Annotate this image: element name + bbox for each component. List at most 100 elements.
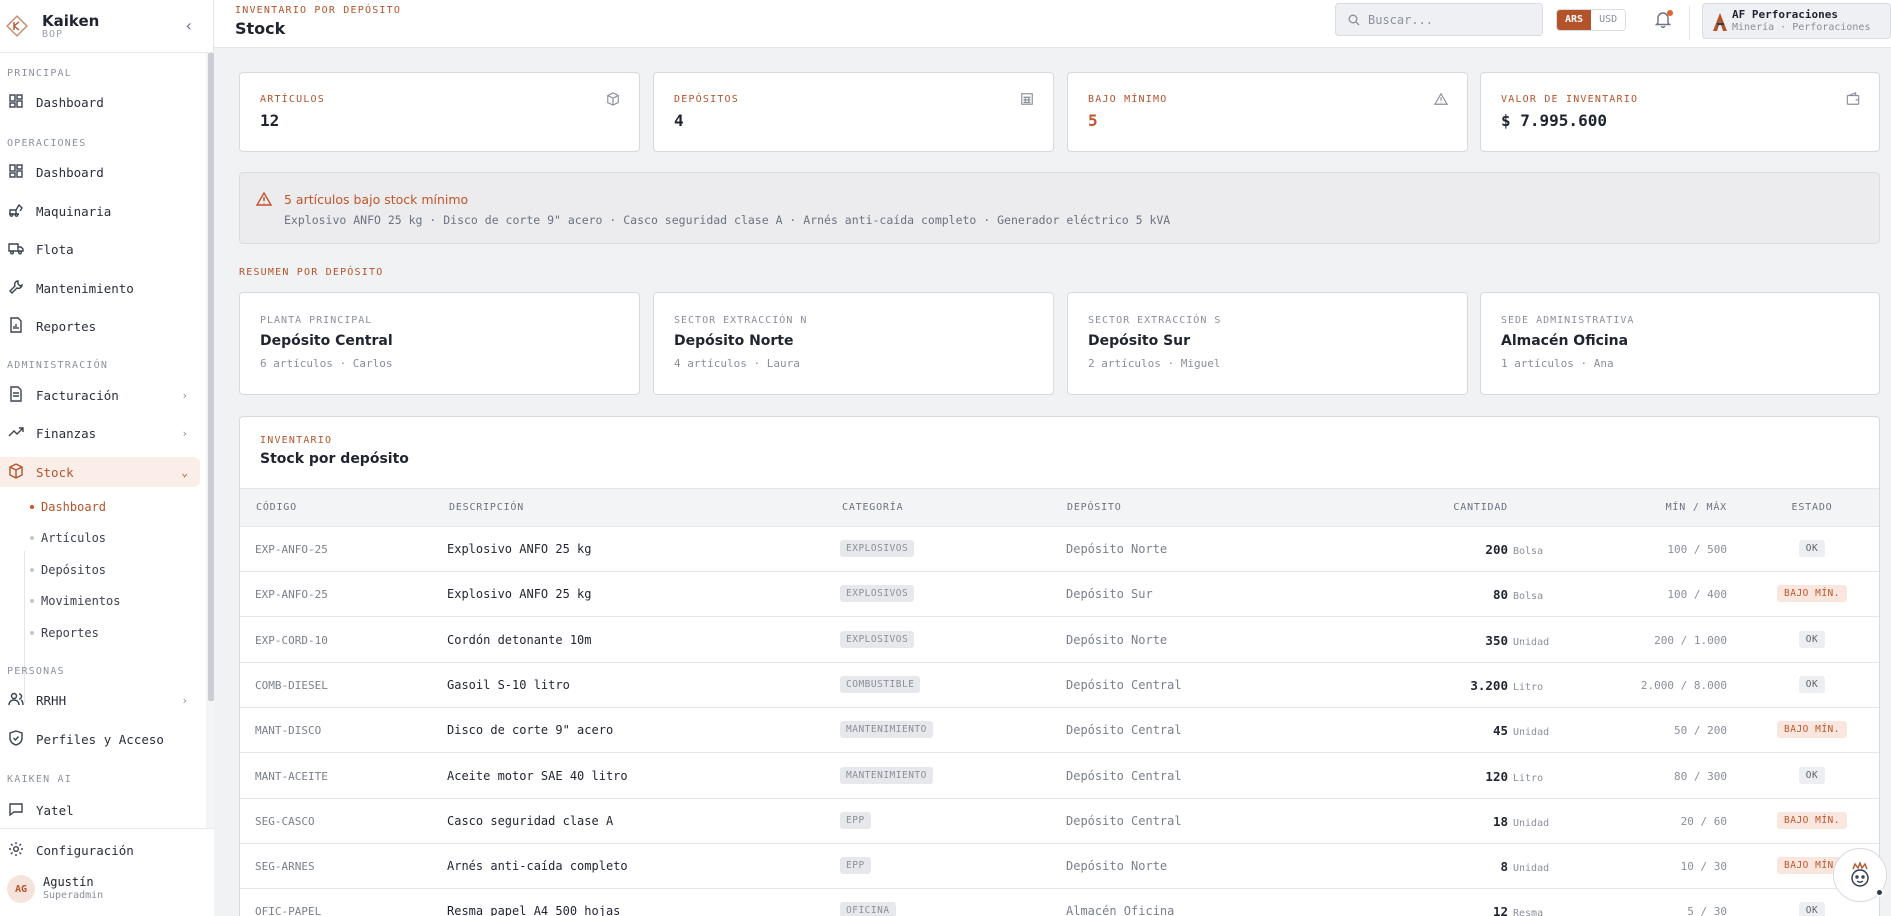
sidebar-item-label: Dashboard xyxy=(36,164,104,180)
quantity-unit: Litro xyxy=(1513,772,1544,784)
notification-badge xyxy=(1667,10,1673,16)
brand[interactable]: Kaiken BOP xyxy=(0,0,213,53)
assistant-bot-button[interactable] xyxy=(1833,848,1887,902)
table-row[interactable]: COMB-DIESEL Gasoil S-10 litro COMBUSTIBLE D… xyxy=(240,663,1879,708)
table-row[interactable]: EXP-CORD-10 Cordón detonante 10m EXPLOSIVO… xyxy=(240,618,1879,663)
stock-sub-label: Depósitos xyxy=(41,563,107,577)
table-row[interactable]: EXP-ANFO-25 Explosivo ANFO 25 kg EXPLOSIVO… xyxy=(240,572,1879,618)
cell-quantity: 45 Unidad xyxy=(1270,723,1553,738)
currency-ars-button[interactable]: ARS xyxy=(1557,10,1592,30)
status-badge: OK xyxy=(1798,630,1826,648)
stat-label: ARTÍCULOS xyxy=(260,94,325,105)
stat-card-articulos: ARTÍCULOS 12 xyxy=(239,72,640,152)
chevron-down-icon: ⌄ xyxy=(181,465,188,479)
sidebar-item-perfiles[interactable]: Perfiles y Acceso xyxy=(0,724,200,754)
currency-usd-button[interactable]: USD xyxy=(1591,10,1626,30)
sidebar-item-dashboard-principal[interactable]: Dashboard xyxy=(0,87,200,117)
column-header-cantidad[interactable]: CANTIDAD xyxy=(1270,502,1508,513)
sidebar-item-reportes[interactable]: Reportes xyxy=(0,311,200,341)
top-header: INVENTARIO POR DEPÓSITO Stock ARS USD AF… xyxy=(214,0,1891,48)
table-row[interactable]: SEG-CASCO Casco seguridad clase A EPP Depós… xyxy=(240,799,1879,844)
stock-sub-depositos[interactable]: Depósitos xyxy=(30,563,106,577)
sidebar-item-facturacion[interactable]: Facturación › xyxy=(0,380,200,410)
cell-category: OFICINA xyxy=(840,902,896,916)
cell-status: OK xyxy=(1742,630,1879,648)
column-header-categoria[interactable]: CATEGORÍA xyxy=(842,502,903,513)
sidebar-item-label: Configuración xyxy=(36,842,134,858)
company-logo-icon xyxy=(1712,12,1728,32)
avatar[interactable]: AG xyxy=(7,875,35,903)
alert-triangle-icon xyxy=(256,191,272,207)
company-switcher[interactable]: AF Perforaciones Minería · Perforaciones xyxy=(1702,3,1891,39)
deposit-label: SECTOR EXTRACCIÓN S xyxy=(1088,315,1222,326)
sidebar-item-label: Mantenimiento xyxy=(36,280,134,296)
column-header-descripcion[interactable]: DESCRIPCIÓN xyxy=(449,502,524,513)
table-row[interactable]: SEG-ARNES Arnés anti-caída completo EPP Dep… xyxy=(240,844,1879,890)
sidebar-item-finanzas[interactable]: Finanzas › xyxy=(0,418,200,448)
search-box[interactable] xyxy=(1335,3,1543,36)
sidebar-item-mantenimiento[interactable]: Mantenimiento xyxy=(0,273,200,303)
excavator-icon xyxy=(8,202,26,220)
deposit-card-central[interactable]: PLANTA PRINCIPAL Depósito Central 6 artí… xyxy=(239,292,640,395)
table-row[interactable]: EXP-ANFO-25 Explosivo ANFO 25 kg EXPLOSIVO… xyxy=(240,527,1879,572)
cell-code: EXP-ANFO-25 xyxy=(255,543,328,556)
deposit-card-oficina[interactable]: SEDE ADMINISTRATIVA Almacén Oficina 1 ar… xyxy=(1480,292,1880,395)
sidebar-item-flota[interactable]: Flota xyxy=(0,234,200,264)
sidebar-item-dashboard-operaciones[interactable]: Dashboard xyxy=(0,157,200,187)
online-status-dot xyxy=(1875,888,1884,897)
category-tag: EXPLOSIVOS xyxy=(840,630,915,648)
stat-value: 12 xyxy=(260,111,280,130)
deposit-card-norte[interactable]: SECTOR EXTRACCIÓN N Depósito Norte 4 art… xyxy=(653,292,1054,395)
sidebar-item-configuracion[interactable]: Configuración xyxy=(0,835,200,865)
stat-label: BAJO MÍNIMO xyxy=(1088,94,1168,105)
column-header-deposito[interactable]: DEPÓSITO xyxy=(1067,502,1122,513)
sidebar-scrollbar-thumb[interactable] xyxy=(208,53,214,701)
chevron-right-icon: › xyxy=(181,426,188,440)
cell-category: EXPLOSIVOS xyxy=(840,540,915,557)
column-header-codigo[interactable]: CÓDIGO xyxy=(256,502,297,513)
search-input[interactable] xyxy=(1368,12,1528,27)
cell-description: Arnés anti-caída completo xyxy=(447,859,628,874)
deposit-card-sur[interactable]: SECTOR EXTRACCIÓN S Depósito Sur 2 artíc… xyxy=(1067,292,1468,395)
notifications-bell-icon[interactable] xyxy=(1655,10,1673,28)
stat-card-depositos: DEPÓSITOS 4 xyxy=(653,72,1054,152)
users-icon xyxy=(8,691,26,709)
cell-code: MANT-ACEITE xyxy=(255,769,328,783)
sidebar-item-maquinaria[interactable]: Maquinaria xyxy=(0,196,200,226)
sidebar-item-yatel[interactable]: Yatel xyxy=(0,795,200,825)
section-label-kaiken-ai: KAIKEN AI xyxy=(7,774,72,785)
cell-status: BAJO MÍN. xyxy=(1742,721,1879,739)
category-tag: COMBUSTIBLE xyxy=(840,675,921,693)
column-header-estado[interactable]: ESTADO xyxy=(1742,502,1879,513)
cell-code: SEG-CASCO xyxy=(255,814,315,828)
column-header-min-max[interactable]: MÍN / MÁX xyxy=(1580,502,1727,513)
cell-quantity: 3.200 Litro xyxy=(1270,678,1553,693)
alert-title: 5 artículos bajo stock mínimo xyxy=(284,192,469,207)
stock-sub-reportes[interactable]: Reportes xyxy=(30,626,99,640)
sidebar-item-rrhh[interactable]: RRHH › xyxy=(0,685,200,715)
deposit-name: Depósito Central xyxy=(260,333,393,349)
table-row[interactable]: MANT-ACEITE Aceite motor SAE 40 litro MANT… xyxy=(240,754,1879,799)
quantity-value: 200 xyxy=(1485,542,1508,557)
section-label-principal: PRINCIPAL xyxy=(7,68,72,79)
low-stock-alert: 5 artículos bajo stock mínimo Explosivo … xyxy=(239,172,1880,244)
table-row[interactable]: OFIC-PAPEL Resma papel A4 500 hojas OFICIN… xyxy=(240,889,1879,916)
cell-status: BAJO MÍN. xyxy=(1742,585,1879,603)
sidebar: Kaiken BOP ‹ PRINCIPAL Dashboard OPERACI… xyxy=(0,0,214,916)
cell-min-max: 100 / 500 xyxy=(1667,543,1727,556)
quantity-value: 80 xyxy=(1492,587,1508,603)
table-row[interactable]: MANT-DISCO Disco de corte 9" acero MANTENI… xyxy=(240,708,1879,754)
cell-category: MANTENIMIENTO xyxy=(840,721,933,739)
sidebar-item-label: Maquinaria xyxy=(36,203,112,219)
stock-sub-dashboard[interactable]: Dashboard xyxy=(30,500,106,514)
cell-quantity: 8 Unidad xyxy=(1270,859,1553,874)
brand-sub: BOP xyxy=(42,28,64,40)
collapse-sidebar-icon[interactable]: ‹ xyxy=(184,16,194,35)
currency-toggle[interactable]: ARS USD xyxy=(1556,9,1627,31)
sidebar-item-label: Finanzas xyxy=(36,425,97,441)
sidebar-item-stock[interactable]: Stock ⌄ xyxy=(0,457,200,487)
brand-name: Kaiken xyxy=(42,11,100,30)
cell-description: Gasoil S-10 litro xyxy=(447,677,570,692)
stock-sub-articulos[interactable]: Artículos xyxy=(30,531,106,545)
stock-sub-movimientos[interactable]: Movimientos xyxy=(30,594,120,608)
